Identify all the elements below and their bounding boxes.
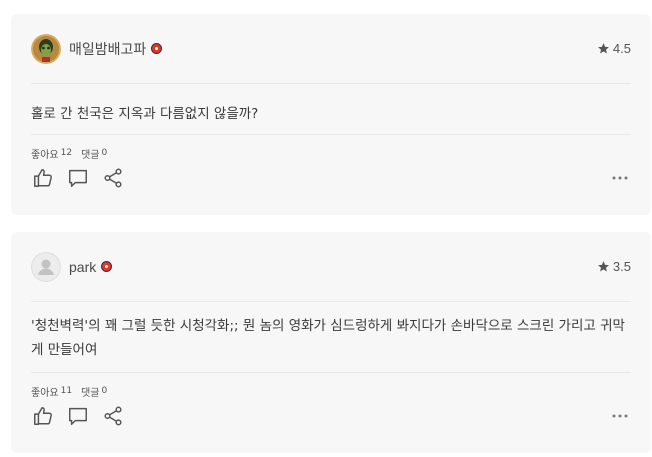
review-stats: 좋아요 11 댓글 0: [31, 373, 631, 401]
comment-icon: [68, 169, 87, 187]
likes-count: 11: [60, 386, 73, 396]
likes-count: 12: [60, 148, 73, 158]
share-icon: [103, 168, 122, 188]
likes-stat: 좋아요 11: [31, 384, 72, 401]
more-icon: [612, 176, 627, 180]
user-badge-icon: [151, 43, 163, 54]
share-button[interactable]: [101, 405, 124, 428]
rating: 3.5: [597, 259, 631, 274]
rating-value: 3.5: [612, 259, 631, 274]
review-text: 홀로 간 천국은 지옥과 다름없지 않을까?: [31, 84, 631, 135]
share-button[interactable]: [101, 167, 124, 190]
comment-button[interactable]: [66, 167, 89, 190]
star-icon: [598, 261, 609, 272]
likes-label: 좋아요: [31, 388, 59, 399]
rating: 4.5: [597, 41, 631, 56]
comments-count: 0: [101, 386, 108, 396]
review-actions: [31, 401, 631, 431]
more-icon: [612, 414, 627, 418]
avatar[interactable]: [31, 33, 61, 64]
like-button[interactable]: [31, 167, 54, 190]
likes-stat: 좋아요 12: [31, 146, 72, 163]
comments-label: 댓글: [81, 388, 100, 399]
review-card: 매일밤배고파 4.5 홀로 간 천국은 지옥과 다름없지 않을까? 좋아요 12 …: [11, 14, 651, 215]
comment-button[interactable]: [66, 405, 89, 428]
like-button[interactable]: [31, 405, 54, 428]
comments-count: 0: [101, 148, 108, 158]
thumbs-up-icon: [33, 407, 52, 425]
review-header: 매일밤배고파 4.5: [31, 14, 631, 84]
avatar[interactable]: [31, 251, 61, 282]
thumbs-up-icon: [33, 169, 52, 187]
comment-icon: [68, 407, 87, 425]
username[interactable]: 매일밤배고파: [69, 39, 146, 59]
star-icon: [598, 43, 609, 54]
review-actions: [31, 163, 631, 193]
user-badge-icon: [101, 261, 113, 272]
more-button[interactable]: [608, 405, 631, 428]
comments-stat: 댓글 0: [81, 384, 107, 401]
username[interactable]: park: [69, 259, 96, 275]
more-button[interactable]: [608, 167, 631, 190]
comments-stat: 댓글 0: [81, 146, 107, 163]
review-card: park 3.5 '청천벽력'의 꽤 그럴 듯한 시청각화;; 뭔 놈의 영화가…: [11, 232, 651, 453]
review-header: park 3.5: [31, 232, 631, 302]
review-stats: 좋아요 12 댓글 0: [31, 135, 631, 163]
comments-label: 댓글: [81, 150, 100, 161]
likes-label: 좋아요: [31, 150, 59, 161]
review-text: '청천벽력'의 꽤 그럴 듯한 시청각화;; 뭔 놈의 영화가 심드렁하게 봐지…: [31, 302, 631, 373]
share-icon: [103, 406, 122, 426]
rating-value: 4.5: [612, 41, 631, 56]
